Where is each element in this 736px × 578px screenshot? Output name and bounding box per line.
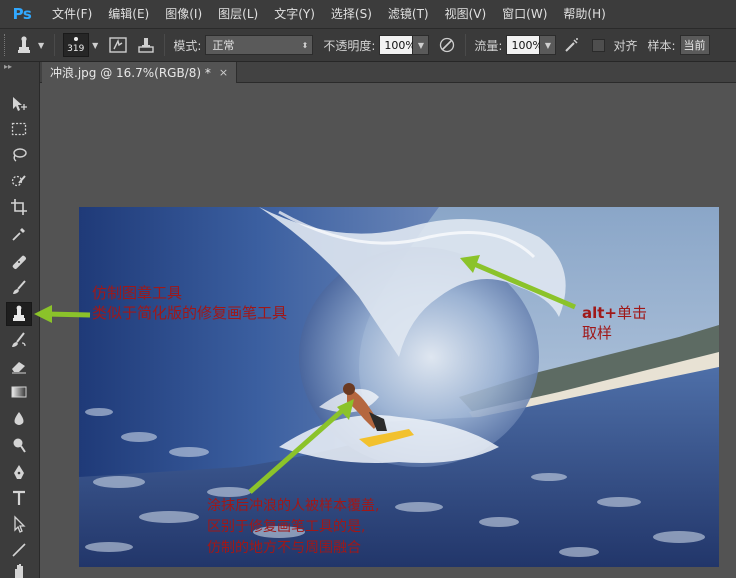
annotation-line: 仿制图章工具	[92, 284, 183, 302]
annotation-result: 涂抹后冲浪的人被样本覆盖, 区别于修复画笔工具的是, 仿制的地方不与周围融合	[207, 496, 379, 559]
menu-edit[interactable]: 编辑(E)	[100, 0, 157, 28]
close-tab-icon[interactable]: ×	[219, 66, 228, 79]
flow-dropdown-icon[interactable]: ▼	[540, 35, 557, 55]
flow-value: 100%	[511, 38, 543, 52]
clone-stamp-preset-icon[interactable]	[12, 33, 36, 57]
flow-input[interactable]: 100%	[506, 35, 543, 55]
flow-label: 流量:	[474, 38, 503, 53]
line-tool-icon[interactable]	[6, 538, 32, 562]
annotation-clone-tool: 仿制图章工具 类似于简化版的修复画笔工具	[92, 283, 287, 323]
menu-filter[interactable]: 滤镜(T)	[380, 0, 437, 28]
clone-stamp-tool-icon[interactable]	[6, 302, 32, 326]
annotation-key: alt+	[582, 304, 618, 322]
preset-dropdown-icon[interactable]: ▼	[38, 41, 44, 50]
menu-file[interactable]: 文件(F)	[44, 0, 100, 28]
mode-value: 正常	[212, 39, 235, 52]
menu-bar: Ps 文件(F) 编辑(E) 图像(I) 图层(L) 文字(Y) 选择(S) 滤…	[0, 0, 736, 28]
menu-select[interactable]: 选择(S)	[323, 0, 380, 28]
eyedropper-tool-icon[interactable]	[6, 222, 32, 246]
menu-type[interactable]: 文字(Y)	[266, 0, 323, 28]
crop-tool-icon[interactable]	[6, 195, 32, 219]
aligned-checkbox[interactable]	[592, 38, 606, 52]
aligned-label: 对齐	[613, 38, 638, 53]
opacity-input[interactable]: 100%	[379, 35, 416, 55]
options-bar: ▼ 319 ▼ 模式: 正常 ⬍ 不透明度: 100% ▼ 流量: 100% ▼…	[0, 28, 736, 62]
mode-spin-icon: ⬍	[301, 41, 309, 50]
eraser-tool-icon[interactable]	[6, 354, 32, 378]
sample-value: 当前	[683, 39, 706, 52]
pen-tool-icon[interactable]	[6, 461, 32, 485]
healing-brush-tool-icon[interactable]	[6, 250, 32, 274]
type-tool-icon[interactable]	[6, 486, 32, 510]
toggle-brush-panel-icon[interactable]	[106, 33, 130, 57]
brush-tool-icon[interactable]	[6, 276, 32, 300]
menu-window[interactable]: 窗口(W)	[494, 0, 555, 28]
annotation-line: 涂抹后冲浪的人被样本覆盖,	[207, 498, 380, 514]
airbrush-icon[interactable]	[560, 33, 584, 57]
annotation-line: alt+单击	[582, 303, 647, 323]
brush-tip-icon	[74, 37, 79, 41]
sample-select[interactable]: 当前	[679, 35, 710, 55]
mode-select[interactable]: 正常 ⬍	[205, 35, 314, 55]
annotation-text: 单击	[617, 304, 648, 322]
photoshop-logo: Ps	[12, 5, 32, 23]
annotation-line: 取样	[582, 324, 613, 342]
separator	[164, 34, 166, 56]
menu-view[interactable]: 视图(V)	[437, 0, 495, 28]
menu-layer[interactable]: 图层(L)	[210, 0, 266, 28]
sample-label: 样本:	[647, 38, 676, 53]
separator	[465, 34, 467, 56]
tools-collapse-icon[interactable]: ▸▸	[0, 62, 40, 72]
document-tab[interactable]: 冲浪.jpg @ 16.7%(RGB/8) * ×	[42, 62, 238, 83]
annotation-line: 类似于简化版的修复画笔工具	[92, 304, 288, 322]
annotation-alt-click: alt+单击 取样	[582, 303, 647, 343]
brush-size-value: 319	[67, 44, 85, 54]
opacity-dropdown-icon[interactable]: ▼	[413, 35, 430, 55]
document-tab-bar: 冲浪.jpg @ 16.7%(RGB/8) * ×	[40, 62, 736, 83]
history-brush-tool-icon[interactable]	[6, 328, 32, 352]
brush-dropdown-icon[interactable]: ▼	[92, 41, 98, 50]
toggle-clone-source-icon[interactable]	[134, 33, 158, 57]
gradient-tool-icon[interactable]	[6, 380, 32, 404]
surf-photo[interactable]	[79, 207, 719, 567]
path-selection-tool-icon[interactable]	[6, 512, 32, 536]
lasso-tool-icon[interactable]	[6, 143, 32, 167]
annotation-line: 区别于修复画笔工具的是,	[207, 519, 366, 535]
separator	[54, 34, 56, 56]
move-tool-icon[interactable]	[6, 92, 32, 116]
menu-image[interactable]: 图像(I)	[157, 0, 210, 28]
quick-selection-tool-icon[interactable]	[6, 169, 32, 193]
options-grip[interactable]	[4, 34, 10, 56]
pressure-opacity-icon[interactable]	[435, 33, 459, 57]
document-tab-title: 冲浪.jpg @ 16.7%(RGB/8) *	[50, 66, 211, 80]
blur-tool-icon[interactable]	[6, 407, 32, 431]
opacity-label: 不透明度:	[323, 38, 376, 53]
annotation-line: 仿制的地方不与周围融合	[207, 540, 361, 556]
menu-help[interactable]: 帮助(H)	[555, 0, 613, 28]
dodge-tool-icon[interactable]	[6, 433, 32, 457]
wave-image	[79, 207, 719, 567]
mode-label: 模式:	[173, 38, 202, 53]
marquee-tool-icon[interactable]	[6, 117, 32, 141]
opacity-value: 100%	[384, 38, 416, 52]
brush-size-picker[interactable]: 319	[63, 33, 90, 57]
tools-panel: ▸▸	[0, 62, 40, 578]
hand-tool-icon[interactable]	[6, 562, 32, 578]
